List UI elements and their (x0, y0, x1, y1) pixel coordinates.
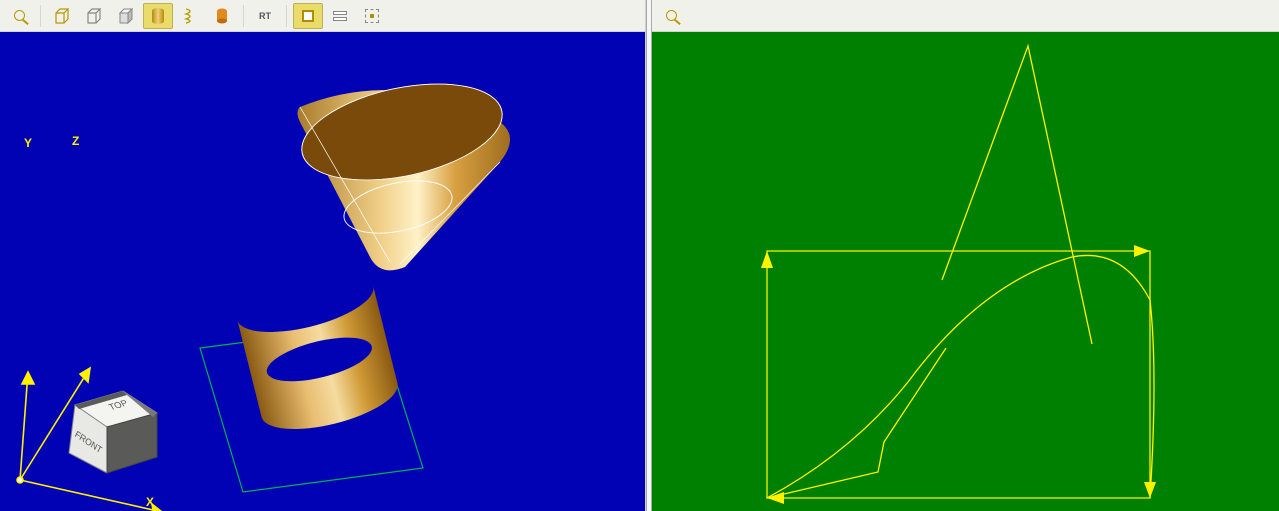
viewport-2d (652, 0, 1279, 511)
toolbar-right (652, 0, 1279, 32)
orange-cylinder-button[interactable] (207, 3, 237, 29)
separator (40, 5, 41, 27)
rt-button[interactable]: RT (250, 3, 280, 29)
axis-x-label: X (146, 495, 154, 509)
shaded-cylinder-icon (152, 8, 164, 24)
zoom-button[interactable] (656, 3, 686, 29)
focus-button[interactable] (357, 3, 387, 29)
shaded-cylinder-button[interactable] (143, 3, 173, 29)
orange-cylinder-icon (215, 7, 229, 25)
orientation-cube[interactable]: TOP FRONT (45, 365, 165, 485)
bars-button[interactable] (325, 3, 355, 29)
focus-icon (365, 9, 379, 23)
spiral-button[interactable] (175, 3, 205, 29)
wire-cube-icon (53, 7, 71, 25)
separator (286, 5, 287, 27)
shaded-cube-button[interactable] (111, 3, 141, 29)
frame-icon (302, 10, 314, 22)
scene-3d[interactable]: X Y Z TOP FRONT (0, 32, 645, 511)
zoom-icon (14, 10, 25, 21)
hidden-line-button[interactable] (79, 3, 109, 29)
spiral-icon (182, 7, 198, 25)
shaded-cube-icon (117, 7, 135, 25)
zoom-button[interactable] (4, 3, 34, 29)
rt-label: RT (259, 11, 271, 21)
cylinder-mesh (232, 263, 404, 440)
axis-z-label: Z (72, 134, 79, 148)
sketch-2d[interactable] (652, 32, 1279, 511)
separator (243, 5, 244, 27)
sketch-svg (652, 32, 1279, 511)
bars-icon (333, 11, 347, 21)
wire-cube-button[interactable] (47, 3, 77, 29)
orientation-cube-svg (45, 365, 165, 485)
axis-y-label: Y (24, 136, 32, 150)
toolbar-left: RT (0, 0, 645, 32)
hidden-line-icon (85, 7, 103, 25)
zoom-icon (666, 10, 677, 21)
frame-button[interactable] (293, 3, 323, 29)
viewport-3d: RT (0, 0, 646, 511)
